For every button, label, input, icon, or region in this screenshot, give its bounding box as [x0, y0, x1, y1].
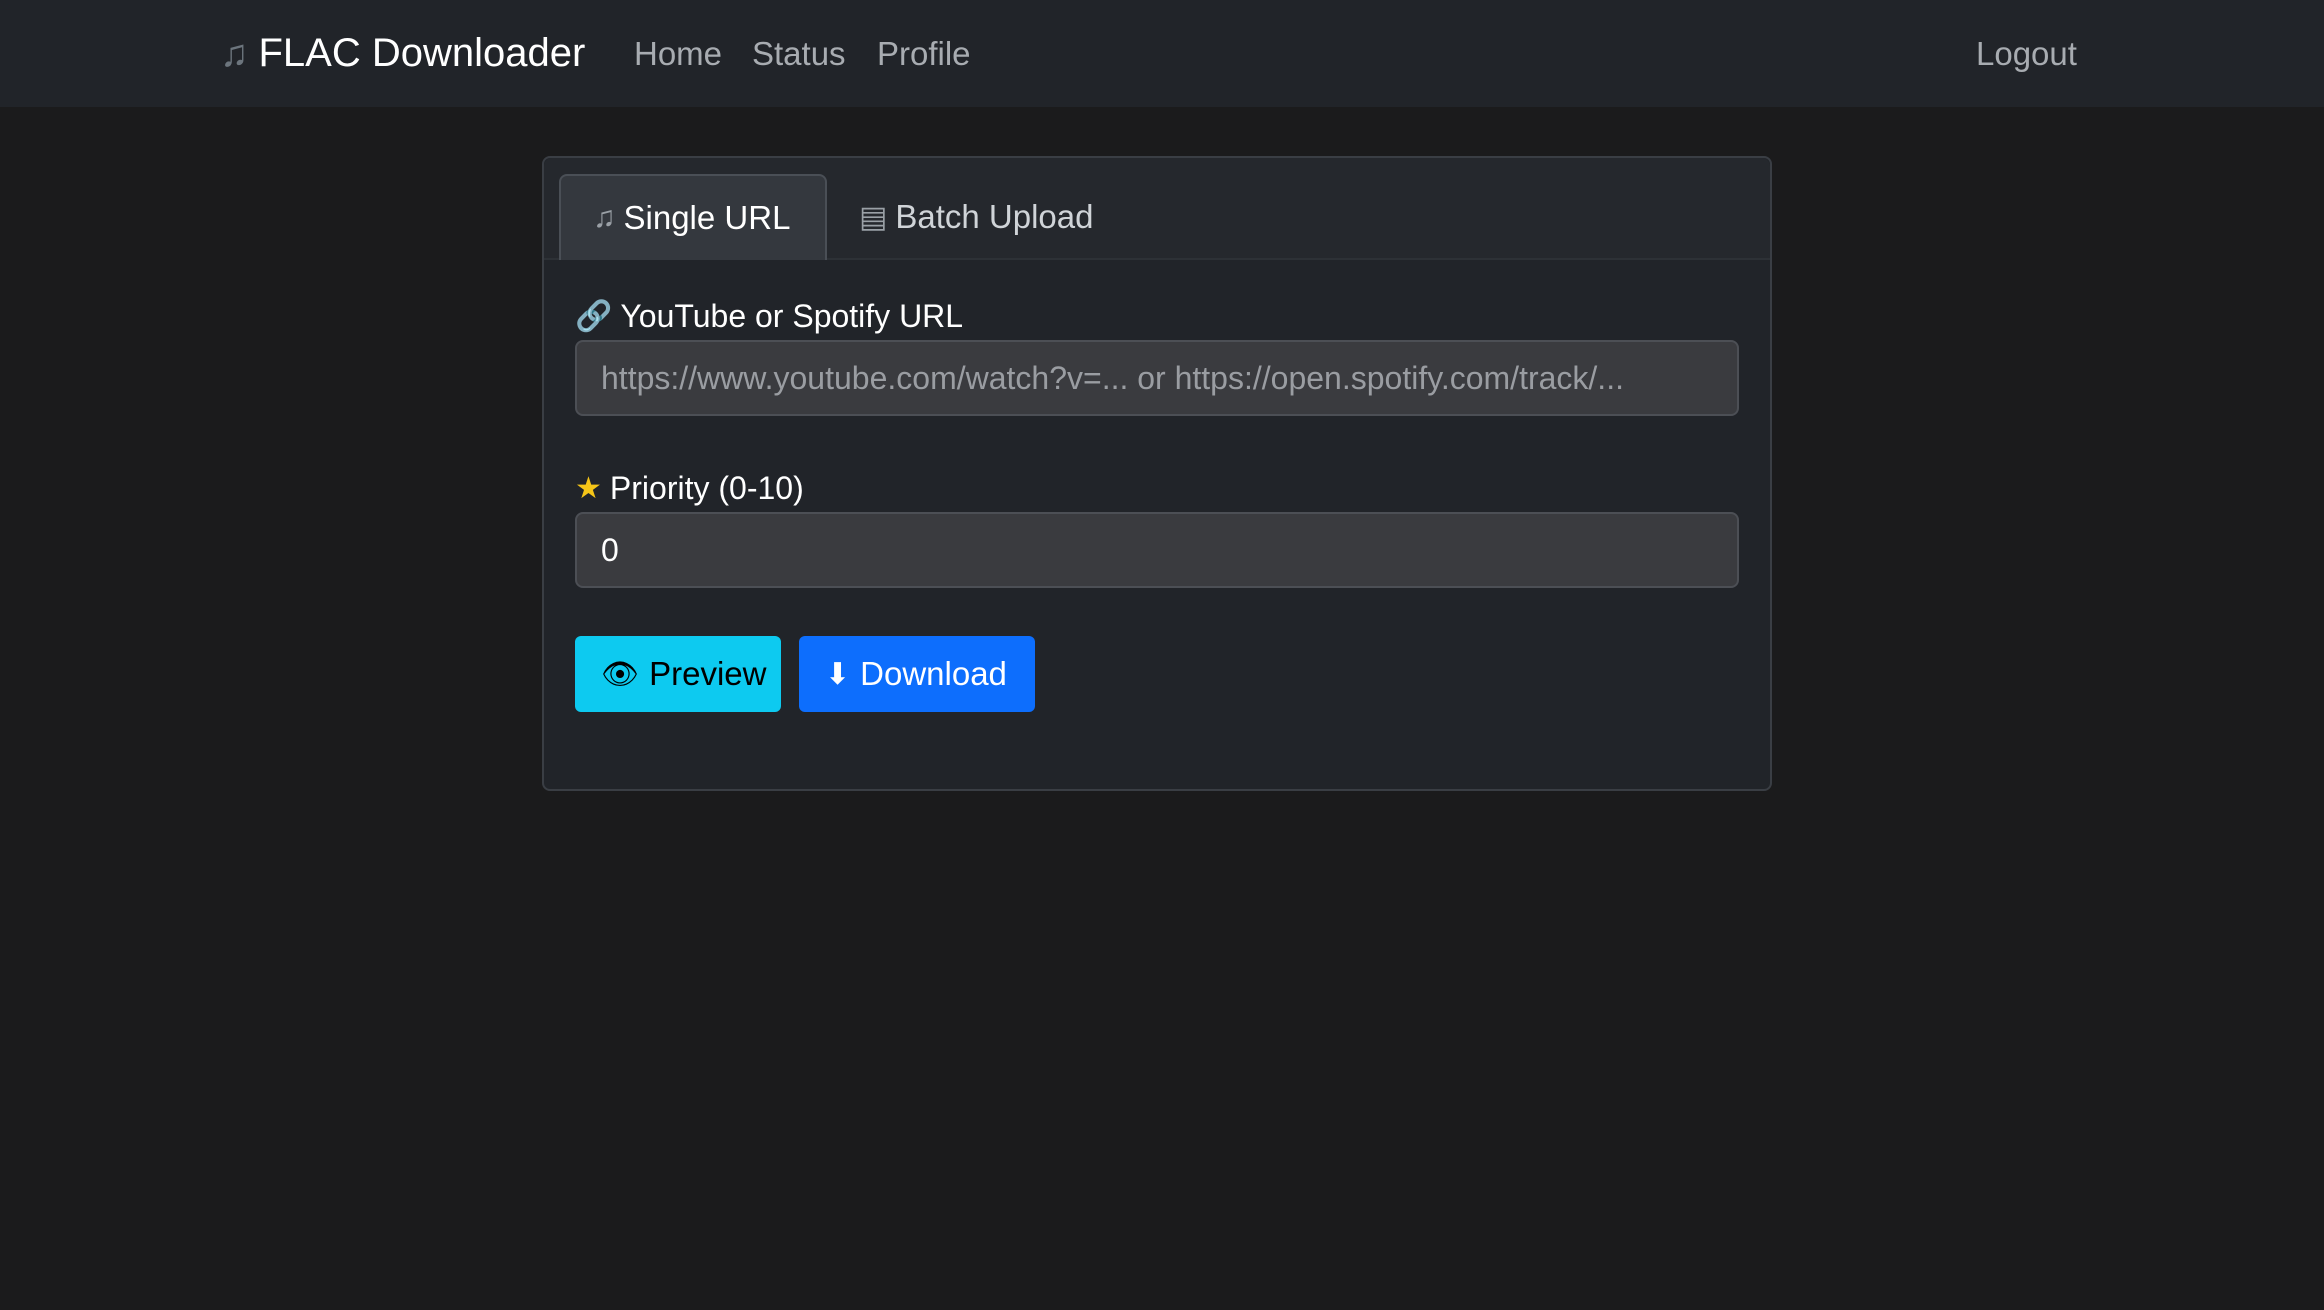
preview-button[interactable]: 👁 Preview	[575, 636, 781, 712]
nav-link-status[interactable]: Status	[752, 0, 846, 107]
priority-input[interactable]	[575, 512, 1739, 588]
url-label-text: YouTube or Spotify URL	[620, 297, 964, 334]
top-navbar: ♫ FLAC Downloader Home Status Profile Lo…	[0, 0, 2324, 107]
music-note-icon: ♫	[593, 201, 616, 234]
nav-link-profile[interactable]: Profile	[877, 0, 971, 107]
eye-icon: 👁	[601, 657, 640, 691]
download-card: ♫ Single URL ▤ Batch Upload 🔗 YouTube or…	[542, 156, 1772, 791]
tab-single-url-label: Single URL	[623, 199, 791, 236]
download-button-label: Download	[860, 655, 1007, 692]
nav-link-home[interactable]: Home	[634, 0, 722, 107]
link-icon: 🔗	[575, 299, 613, 333]
download-arrow-icon: ⬇	[825, 657, 851, 691]
priority-label-text: Priority (0-10)	[609, 469, 804, 506]
music-note-icon: ♫	[220, 32, 249, 75]
url-input[interactable]	[575, 340, 1739, 416]
tab-batch-upload-label: Batch Upload	[895, 198, 1094, 235]
tab-batch-upload[interactable]: ▤ Batch Upload	[859, 174, 1119, 260]
priority-field-label: ★ Priority (0-10)	[575, 466, 804, 510]
download-button[interactable]: ⬇ Download	[799, 636, 1035, 712]
preview-button-label: Preview	[649, 655, 767, 692]
nav-link-logout[interactable]: Logout	[1976, 0, 2077, 107]
file-box-icon: ▤	[859, 200, 888, 234]
brand-link[interactable]: ♫ FLAC Downloader	[220, 0, 585, 107]
star-icon: ★	[575, 471, 602, 505]
url-field-label: 🔗 YouTube or Spotify URL	[575, 294, 963, 338]
brand-title: FLAC Downloader	[258, 31, 586, 75]
card-tabs-header: ♫ Single URL ▤ Batch Upload	[544, 158, 1770, 260]
tab-single-url[interactable]: ♫ Single URL	[559, 174, 827, 260]
